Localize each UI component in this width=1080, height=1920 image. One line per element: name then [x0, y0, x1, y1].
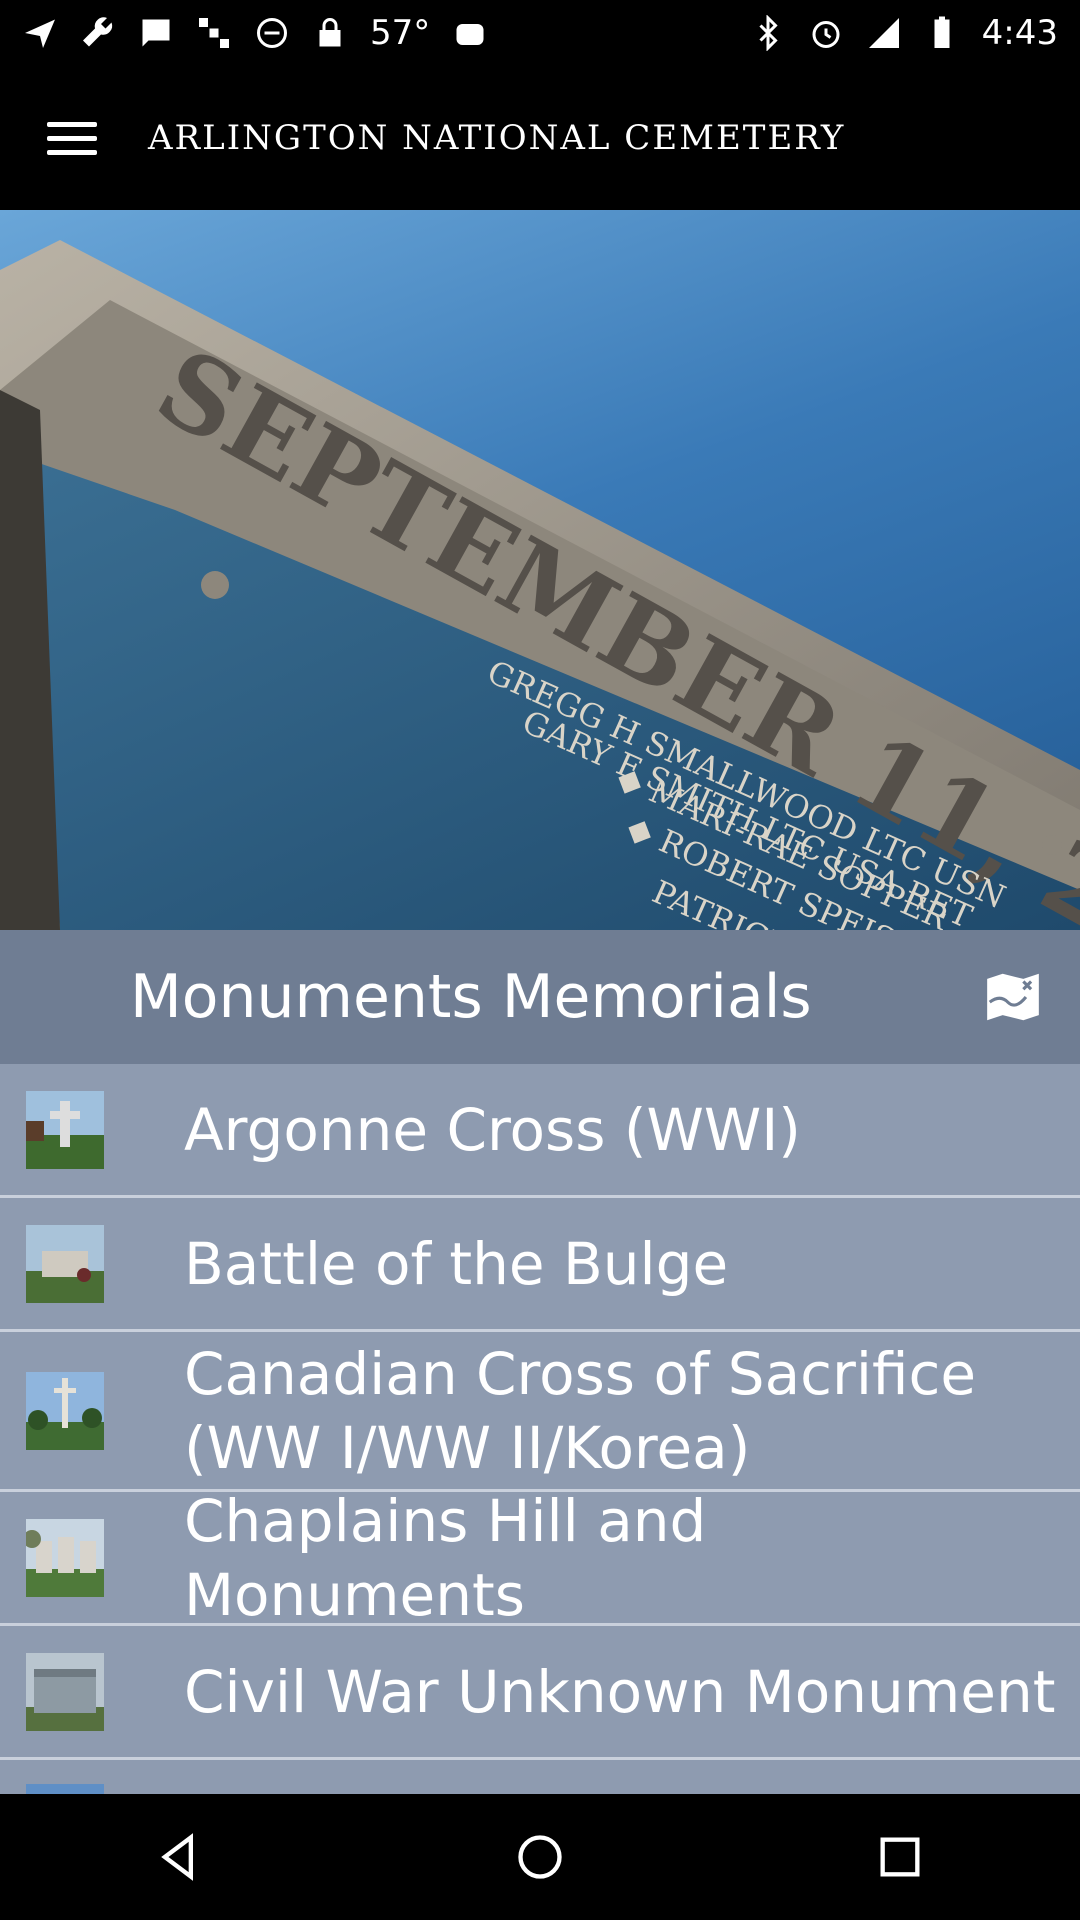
thumbnail-image: [26, 1090, 104, 1169]
list-item-label: Civil War Unknown Monument: [184, 1657, 1056, 1726]
satellite-icon: [199, 18, 229, 48]
list-item[interactable]: Argonne Cross (WWI): [0, 1064, 1080, 1198]
list-item[interactable]: Civil War Unknown Monument: [0, 1626, 1080, 1760]
status-left: 57°: [22, 13, 488, 53]
map-icon[interactable]: [972, 956, 1054, 1038]
weather-icon: [456, 24, 484, 45]
list-item-label: Chaplains Hill and Monuments: [184, 1486, 707, 1629]
thumbnail-image: [26, 1224, 104, 1303]
list-item[interactable]: Canadian Cross of Sacrifice (WW I/WW II/…: [0, 1332, 1080, 1492]
list-item-label: Canadian Cross of Sacrifice (WW I/WW II/…: [184, 1339, 977, 1482]
memorial-plaque-photo: SEPTEMBER 11, 2001 GREGG H SMALLWOOD LTC…: [0, 240, 1080, 930]
section-title: Monuments Memorials: [130, 962, 812, 1032]
navigation-icon: [25, 19, 55, 48]
alarm-icon: [812, 21, 840, 48]
temperature: 57°: [370, 13, 431, 53]
clock: 4:43: [981, 13, 1058, 53]
thumbnail-image: [26, 1652, 104, 1731]
thumbnail-image: [26, 1371, 104, 1450]
app-title: Arlington National Cemetery: [148, 118, 846, 158]
thumbnail-image: [26, 1784, 104, 1794]
battery-icon: [934, 16, 950, 48]
thumbnail-image: [26, 1518, 104, 1597]
message-icon: [142, 19, 170, 47]
hamburger-menu-icon[interactable]: [22, 88, 122, 188]
list-item[interactable]: Battle of the Bulge: [0, 1198, 1080, 1332]
hero-image: SEPTEMBER 11, 2001 GREGG H SMALLWOOD LTC…: [0, 210, 1080, 930]
list-item-label: Battle of the Bulge: [184, 1229, 729, 1298]
list-item[interactable]: Chaplains Hill and Monuments: [0, 1487, 1080, 1629]
section-header: Monuments Memorials: [0, 930, 1080, 1064]
bluetooth-icon: [759, 15, 778, 51]
monuments-list: Argonne Cross (WWI) Battle of the Bulge …: [0, 1064, 1080, 1794]
status-right: 4:43: [750, 13, 1058, 53]
status-bar: 57° 4:43: [0, 0, 1080, 66]
lock-icon: [319, 18, 341, 47]
app-bar: Arlington National Cemetery: [0, 66, 1080, 210]
home-icon[interactable]: [495, 1812, 585, 1902]
list-item-label: Argonne Cross (WWI): [184, 1095, 801, 1164]
navigation-bar: [0, 1794, 1080, 1920]
back-icon[interactable]: [135, 1812, 225, 1902]
recents-icon[interactable]: [855, 1812, 945, 1902]
list-item[interactable]: [0, 1760, 1080, 1794]
signal-icon: [868, 18, 899, 48]
wrench-icon: [83, 17, 113, 47]
do-not-disturb-icon: [257, 18, 287, 48]
